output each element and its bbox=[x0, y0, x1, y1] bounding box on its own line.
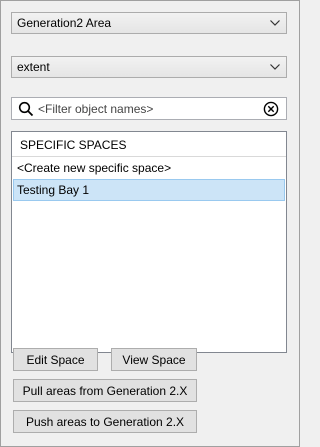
clear-circle-x-icon[interactable] bbox=[263, 101, 279, 117]
view-space-button[interactable]: View Space bbox=[111, 348, 197, 371]
filter-input[interactable] bbox=[38, 100, 258, 117]
search-icon bbox=[18, 101, 34, 117]
extent-dropdown[interactable]: extent bbox=[11, 56, 287, 78]
filter-box bbox=[11, 97, 287, 120]
list-item-selected[interactable]: Testing Bay 1 bbox=[13, 179, 285, 201]
edit-space-button[interactable]: Edit Space bbox=[13, 348, 98, 371]
push-areas-button[interactable]: Push areas to Generation 2.X bbox=[13, 410, 197, 433]
list-header: SPECIFIC SPACES bbox=[12, 132, 286, 157]
extent-dropdown-value: extent bbox=[17, 60, 50, 74]
chevron-down-icon bbox=[268, 15, 282, 31]
area-dropdown[interactable]: Generation2 Area bbox=[11, 12, 287, 34]
chevron-down-icon bbox=[268, 59, 282, 75]
specific-spaces-list[interactable]: SPECIFIC SPACES <Create new specific spa… bbox=[11, 131, 287, 353]
area-dropdown-value: Generation2 Area bbox=[17, 16, 112, 30]
list-item[interactable]: <Create new specific space> bbox=[12, 157, 286, 179]
pull-areas-button[interactable]: Pull areas from Generation 2.X bbox=[13, 379, 197, 402]
